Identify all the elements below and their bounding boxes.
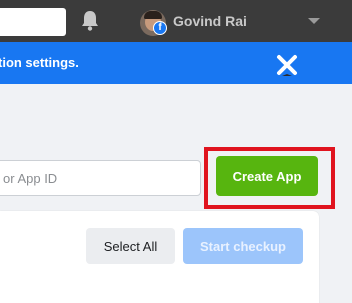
global-search-input[interactable] (0, 8, 66, 36)
start-checkup-button[interactable]: Start checkup (183, 228, 303, 264)
close-icon[interactable] (274, 52, 300, 78)
avatar-hair (144, 11, 162, 19)
app-id-search-input[interactable] (0, 160, 201, 196)
facebook-badge-icon: f (153, 21, 167, 35)
select-all-button[interactable]: Select All (86, 228, 175, 264)
chevron-down-icon[interactable] (308, 18, 320, 24)
notification-text: tion settings. (0, 55, 79, 70)
bell-icon[interactable] (80, 10, 100, 32)
create-app-button[interactable]: Create App (216, 156, 318, 196)
user-name[interactable]: Govind Rai (173, 13, 247, 29)
